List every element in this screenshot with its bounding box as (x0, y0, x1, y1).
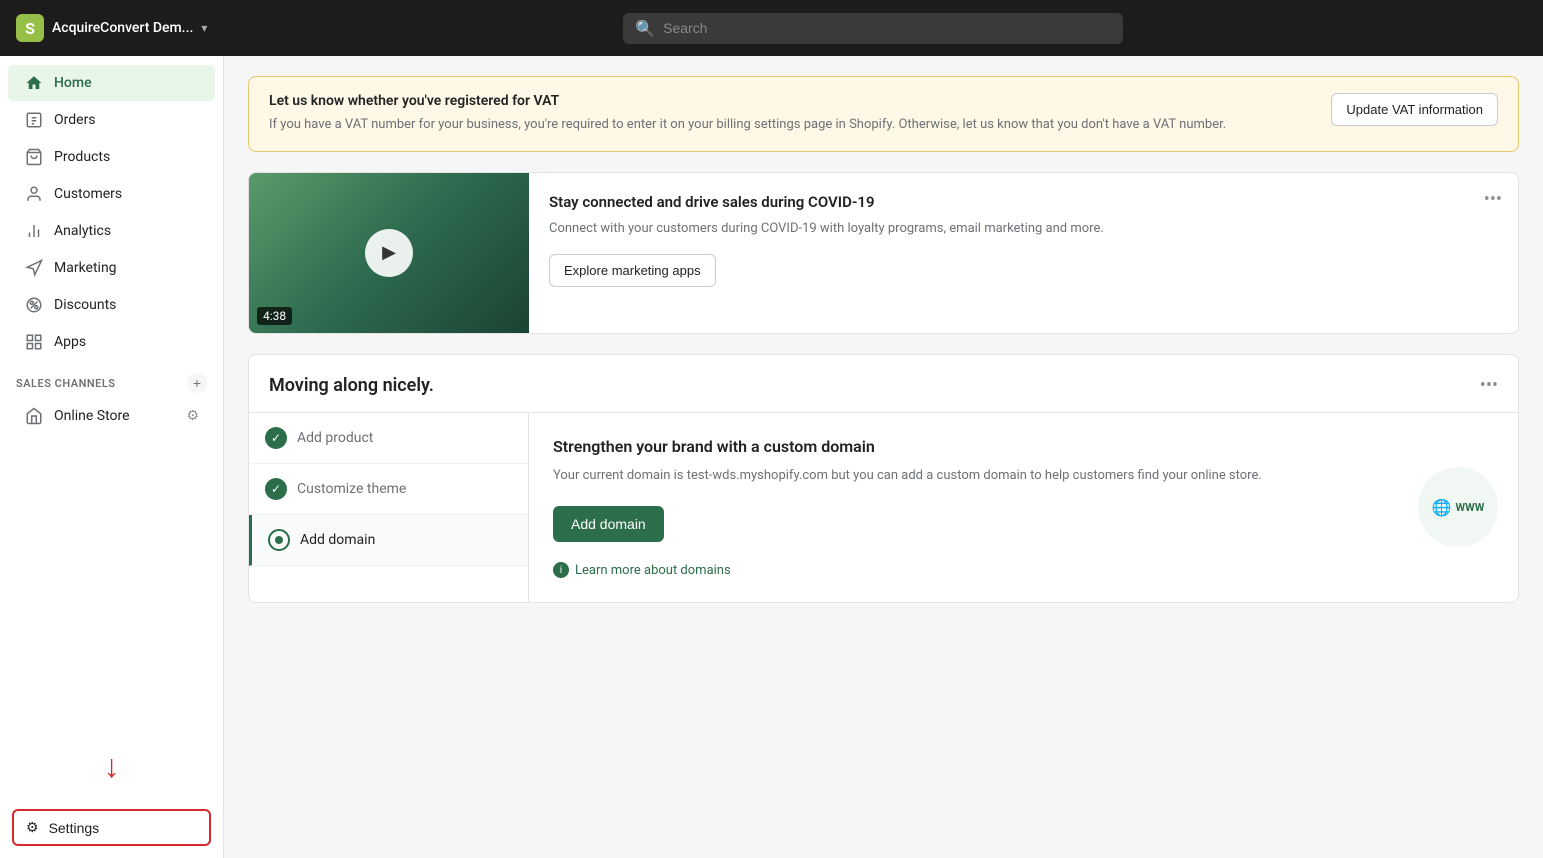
sidebar: Home Orders Products Customers (0, 56, 224, 858)
main-layout: Home Orders Products Customers (0, 56, 1543, 858)
progress-card-body: ✓ Add product ✓ Customize theme Add doma… (249, 412, 1518, 603)
sidebar-item-marketing[interactable]: Marketing (8, 250, 215, 286)
progress-card-menu[interactable]: ••• (1480, 375, 1498, 396)
sidebar-item-orders[interactable]: Orders (8, 102, 215, 138)
covid-title: Stay connected and drive sales during CO… (549, 193, 1498, 211)
orders-icon (24, 110, 44, 130)
step-label-add-product: Add product (297, 430, 373, 446)
info-icon: i (553, 562, 569, 578)
marketing-icon (24, 258, 44, 278)
sidebar-item-label-orders: Orders (54, 112, 96, 128)
step-label-customize-theme: Customize theme (297, 481, 406, 497)
vat-title: Let us know whether you've registered fo… (269, 93, 1315, 109)
sidebar-item-online-store[interactable]: Online Store ⚙ (8, 398, 215, 434)
update-vat-button[interactable]: Update VAT information (1331, 93, 1498, 126)
add-domain-button[interactable]: Add domain (553, 506, 664, 542)
brand-area[interactable]: S AcquireConvert Dem... ▾ (16, 14, 207, 42)
covid-content: ••• Stay connected and drive sales durin… (529, 173, 1518, 333)
settings-arrow: ↓ (104, 747, 120, 785)
vat-description: If you have a VAT number for your busine… (269, 115, 1315, 135)
play-button[interactable]: ▶ (365, 229, 413, 277)
step-item-add-domain[interactable]: Add domain (249, 515, 528, 566)
online-store-gear-icon[interactable]: ⚙ (186, 408, 199, 424)
sidebar-item-apps[interactable]: Apps (8, 324, 215, 360)
learn-more-label: Learn more about domains (575, 563, 731, 578)
sidebar-item-label-marketing: Marketing (54, 260, 117, 276)
discounts-icon (24, 295, 44, 315)
covid-card: ▶ 4:38 ••• Stay connected and drive sale… (248, 172, 1519, 334)
step-detail: Strengthen your brand with a custom doma… (529, 413, 1518, 603)
progress-card-title: Moving along nicely. (269, 375, 434, 396)
covid-description: Connect with your customers during COVID… (549, 219, 1498, 239)
sidebar-item-label-products: Products (54, 149, 110, 165)
sidebar-item-label-analytics: Analytics (54, 223, 111, 239)
search-input[interactable] (663, 20, 1111, 36)
dropdown-icon[interactable]: ▾ (201, 21, 207, 35)
step-check-add-product: ✓ (265, 427, 287, 449)
step-label-add-domain: Add domain (300, 532, 375, 548)
settings-section: ↓ ⚙ Settings (0, 797, 223, 858)
www-domain-icon: 🌐 WWW (1418, 467, 1498, 547)
search-area: 🔍 (623, 13, 1123, 44)
vat-banner: Let us know whether you've registered fo… (248, 76, 1519, 152)
sales-channels-header: SALES CHANNELS + (0, 361, 223, 397)
progress-card-header: Moving along nicely. ••• (249, 355, 1518, 412)
products-icon (24, 147, 44, 167)
explore-marketing-button[interactable]: Explore marketing apps (549, 254, 716, 287)
settings-icon: ⚙ (26, 819, 39, 836)
topbar: S AcquireConvert Dem... ▾ 🔍 (0, 0, 1543, 56)
step-check-customize-theme: ✓ (265, 478, 287, 500)
sales-channels-label: SALES CHANNELS (16, 377, 116, 390)
step-detail-title: Strengthen your brand with a custom doma… (553, 437, 1494, 456)
settings-label: Settings (49, 820, 100, 836)
sidebar-item-products[interactable]: Products (8, 139, 215, 175)
settings-button[interactable]: ⚙ Settings (12, 809, 211, 846)
analytics-icon (24, 221, 44, 241)
step-item-add-product[interactable]: ✓ Add product (249, 413, 528, 464)
sidebar-item-label-customers: Customers (54, 186, 122, 202)
sidebar-item-label-home: Home (54, 75, 92, 91)
video-duration: 4:38 (257, 307, 292, 325)
sidebar-item-label-online-store: Online Store (54, 408, 130, 424)
online-store-icon (24, 406, 44, 426)
main-content: Let us know whether you've registered fo… (224, 56, 1543, 858)
sidebar-item-home[interactable]: Home (8, 65, 215, 101)
home-icon (24, 73, 44, 93)
step-circle-inner (275, 536, 283, 544)
step-item-customize-theme[interactable]: ✓ Customize theme (249, 464, 528, 515)
step-circle-add-domain (268, 529, 290, 551)
step-detail-description: Your current domain is test-wds.myshopif… (553, 466, 1494, 487)
covid-card-menu[interactable]: ••• (1484, 189, 1502, 210)
steps-list: ✓ Add product ✓ Customize theme Add doma… (249, 413, 529, 603)
sidebar-item-label-discounts: Discounts (54, 297, 116, 313)
progress-card: Moving along nicely. ••• ✓ Add product ✓… (248, 354, 1519, 604)
apps-icon (24, 332, 44, 352)
add-channel-button[interactable]: + (187, 373, 207, 393)
search-icon: 🔍 (635, 19, 655, 38)
sidebar-item-label-apps: Apps (54, 334, 86, 350)
shopify-logo: S (16, 14, 44, 42)
sidebar-item-discounts[interactable]: Discounts (8, 287, 215, 323)
learn-more-link[interactable]: i Learn more about domains (553, 562, 1494, 578)
brand-name: AcquireConvert Dem... (52, 20, 193, 36)
sidebar-nav: Home Orders Products Customers (0, 56, 223, 797)
video-thumbnail[interactable]: ▶ 4:38 (249, 173, 529, 333)
sidebar-item-analytics[interactable]: Analytics (8, 213, 215, 249)
sidebar-item-customers[interactable]: Customers (8, 176, 215, 212)
vat-content: Let us know whether you've registered fo… (269, 93, 1315, 135)
customers-icon (24, 184, 44, 204)
